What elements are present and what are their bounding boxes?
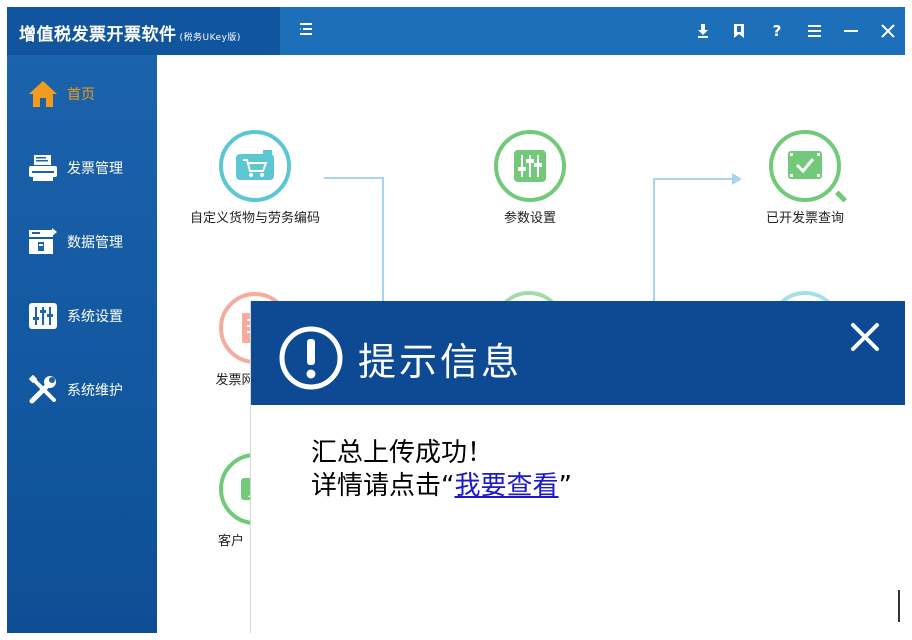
tile-issued-invoice-query[interactable]: 已开发票查询: [730, 130, 880, 227]
prompt-dialog: 提示信息 汇总上传成功！ 详情请点击“我要查看”: [251, 301, 905, 633]
exclamation-icon: [278, 325, 344, 391]
dialog-title: 提示信息: [358, 340, 523, 384]
cart-icon: [219, 130, 291, 202]
dialog-quote-close: ”: [558, 471, 572, 501]
tile-parameter-settings[interactable]: 参数设置: [455, 130, 605, 227]
dialog-quote-open: “: [441, 471, 455, 501]
dialog-close-icon[interactable]: [845, 317, 885, 357]
dialog-message-prefix: 详情请点击: [311, 471, 442, 501]
close-icon[interactable]: [873, 16, 903, 46]
help-icon[interactable]: ?: [762, 16, 792, 46]
app-window: 增值税发票开票软件 (税务UKey版) ? 首页 发票管理 数据管理 系统设置 …: [7, 7, 905, 633]
dialog-message: 汇总上传成功！ 详情请点击“我要查看”: [311, 437, 572, 503]
sidebar-item-data-management[interactable]: 数据管理: [7, 217, 157, 267]
sidebar-item-label: 数据管理: [67, 235, 123, 251]
sidebar-item-invoice-management[interactable]: 发票管理: [7, 143, 157, 193]
search-check-icon: [769, 130, 848, 203]
dialog-header: 提示信息: [251, 301, 905, 405]
dialog-message-line2: 详情请点击“我要查看”: [311, 470, 572, 503]
sidebar-item-label: 发票管理: [67, 161, 123, 177]
printer-icon: [27, 152, 59, 184]
app-title: 增值税发票开票软件 (税务UKey版): [19, 20, 241, 45]
menu-icon[interactable]: [799, 16, 829, 46]
dialog-message-line1: 汇总上传成功！: [311, 438, 494, 468]
app-subtitle: (税务UKey版): [179, 33, 241, 43]
download-icon[interactable]: [688, 16, 718, 46]
tile-label: 自定义货物与劳务编码: [189, 211, 320, 226]
tools-icon: [27, 374, 59, 406]
scrollbar-fragment: [898, 590, 900, 622]
app-title-text: 增值税发票开票软件: [19, 25, 177, 45]
tile-label: 参数设置: [503, 211, 556, 226]
sliders-icon: [27, 300, 59, 332]
menu-collapse-icon[interactable]: [295, 20, 317, 42]
minimize-icon[interactable]: [836, 16, 866, 46]
bookmark-icon[interactable]: [724, 16, 754, 46]
sidebar-item-system-settings[interactable]: 系统设置: [7, 291, 157, 341]
title-block: 增值税发票开票软件 (税务UKey版): [7, 7, 280, 55]
sidebar-item-system-maintenance[interactable]: 系统维护: [7, 365, 157, 415]
sidebar-item-label: 系统设置: [67, 309, 123, 325]
sidebar-item-label: 首页: [67, 87, 95, 103]
title-bar: 增值税发票开票软件 (税务UKey版) ?: [7, 7, 905, 55]
tile-custom-goods-codes[interactable]: 自定义货物与劳务编码: [180, 130, 330, 227]
home-icon: [27, 78, 59, 110]
data-icon: [27, 226, 59, 258]
tile-label: 已开发票查询: [765, 211, 844, 226]
sidebar-item-label: 系统维护: [67, 383, 123, 399]
view-details-link[interactable]: 我要查看: [455, 471, 559, 501]
help-icon-label: ?: [772, 22, 782, 40]
sidebar: 首页 发票管理 数据管理 系统设置 系统维护: [7, 55, 157, 633]
sidebar-item-home[interactable]: 首页: [7, 69, 157, 119]
sliders-icon: [494, 130, 566, 202]
